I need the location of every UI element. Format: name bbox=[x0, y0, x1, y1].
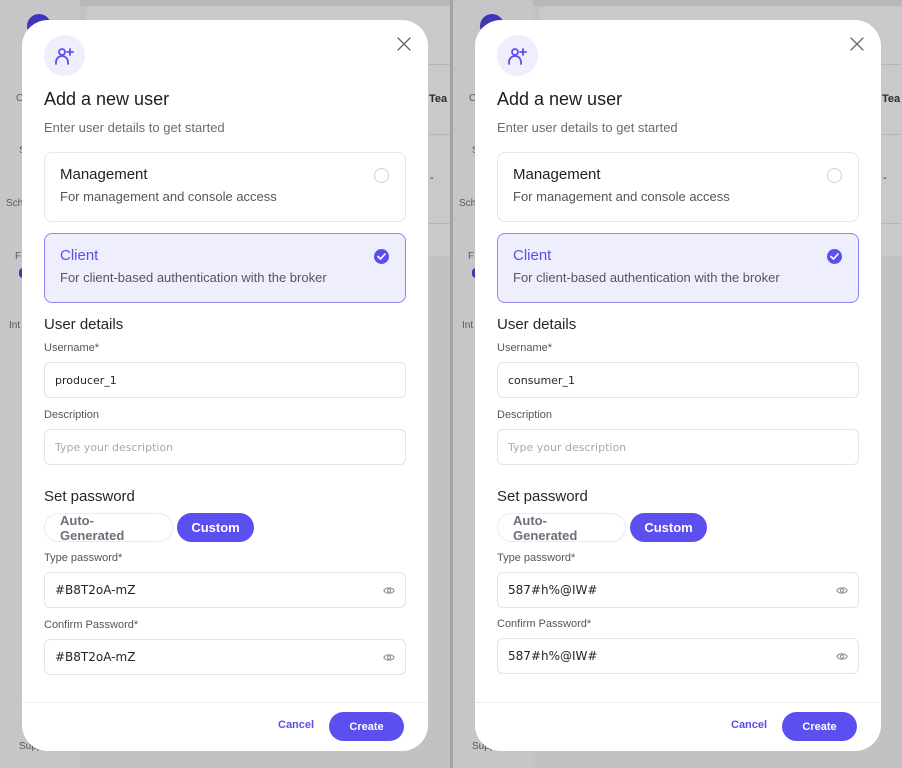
add-user-dialog: Add a new user Enter user details to get… bbox=[475, 20, 881, 751]
add-user-dialog: Add a new user Enter user details to get… bbox=[22, 20, 428, 751]
eye-icon[interactable] bbox=[383, 653, 395, 662]
background-row-divider bbox=[881, 134, 902, 135]
role-option-client[interactable]: Client For client-based authentication w… bbox=[44, 233, 406, 303]
user-details-heading: User details bbox=[497, 316, 577, 333]
user-plus-icon bbox=[44, 35, 85, 76]
username-label: Username* bbox=[497, 342, 553, 354]
description-input[interactable]: Type your description bbox=[497, 429, 859, 465]
description-input[interactable]: Type your description bbox=[44, 429, 406, 465]
background-row-divider bbox=[881, 223, 902, 224]
type-password-input[interactable]: 587#h%@IW# bbox=[497, 572, 859, 608]
role-title: Client bbox=[60, 247, 99, 264]
footer-divider bbox=[22, 702, 428, 703]
background-row-divider bbox=[428, 134, 450, 135]
dialog-subtitle: Enter user details to get started bbox=[44, 120, 225, 135]
radio-checked-icon[interactable] bbox=[374, 249, 389, 264]
eye-icon[interactable] bbox=[383, 586, 395, 595]
close-icon[interactable] bbox=[397, 37, 411, 51]
username-value: consumer_1 bbox=[508, 373, 575, 387]
footer-divider bbox=[475, 702, 881, 703]
password-mode-toggle: Auto-Generated Custom bbox=[497, 513, 707, 543]
dialog-subtitle: Enter user details to get started bbox=[497, 120, 678, 135]
role-option-management[interactable]: Management For management and console ac… bbox=[44, 152, 406, 222]
radio-checked-icon[interactable] bbox=[827, 249, 842, 264]
background-table-cell: - bbox=[883, 172, 887, 184]
cancel-button[interactable]: Cancel bbox=[731, 719, 767, 731]
username-label: Username* bbox=[44, 342, 100, 354]
role-option-client[interactable]: Client For client-based authentication w… bbox=[497, 233, 859, 303]
panel-consumer: C S Sch F Int Supp Tea - Add a new user … bbox=[453, 0, 902, 768]
background-row-divider bbox=[428, 223, 450, 224]
confirm-password-label: Confirm Password* bbox=[44, 619, 139, 631]
type-password-value: #B8T2oA-mZ bbox=[55, 583, 136, 597]
username-input[interactable]: consumer_1 bbox=[497, 362, 859, 398]
type-password-input[interactable]: #B8T2oA-mZ bbox=[44, 572, 406, 608]
close-icon[interactable] bbox=[850, 37, 864, 51]
dialog-title: Add a new user bbox=[44, 89, 170, 109]
role-description: For management and console access bbox=[60, 189, 277, 204]
username-value: producer_1 bbox=[55, 373, 117, 387]
background-row-divider bbox=[881, 64, 902, 65]
password-mode-toggle: Auto-Generated Custom bbox=[44, 513, 254, 543]
type-password-label: Type password* bbox=[44, 552, 123, 564]
background-sidebar-label: F bbox=[15, 251, 22, 262]
eye-icon[interactable] bbox=[836, 586, 848, 595]
type-password-value: 587#h%@IW# bbox=[508, 583, 598, 597]
radio-unchecked-icon[interactable] bbox=[827, 168, 842, 183]
user-details-heading: User details bbox=[44, 316, 124, 333]
panel-producer: C S Sch F Int Supp Tea - Add a new user … bbox=[0, 0, 450, 768]
background-table-header: Tea bbox=[429, 93, 448, 105]
radio-unchecked-icon[interactable] bbox=[374, 168, 389, 183]
description-label: Description bbox=[497, 409, 553, 421]
cancel-button[interactable]: Cancel bbox=[278, 719, 314, 731]
role-title: Management bbox=[513, 166, 601, 183]
set-password-heading: Set password bbox=[44, 488, 135, 505]
confirm-password-input[interactable]: #B8T2oA-mZ bbox=[44, 639, 406, 675]
background-sidebar-label: Sch bbox=[459, 198, 477, 209]
background-table-cell: - bbox=[430, 172, 434, 184]
type-password-label: Type password* bbox=[497, 552, 576, 564]
auto-generated-button[interactable]: Auto-Generated bbox=[497, 513, 626, 543]
background-sidebar-label: Int bbox=[462, 320, 474, 331]
confirm-password-value: 587#h%@IW# bbox=[508, 649, 598, 663]
role-description: For client-based authentication with the… bbox=[60, 270, 327, 285]
username-input[interactable]: producer_1 bbox=[44, 362, 406, 398]
set-password-heading: Set password bbox=[497, 488, 588, 505]
background-table-header: Tea bbox=[882, 93, 901, 105]
user-plus-icon bbox=[497, 35, 538, 76]
custom-button[interactable]: Custom bbox=[630, 513, 707, 542]
role-option-management[interactable]: Management For management and console ac… bbox=[497, 152, 859, 222]
confirm-password-label: Confirm Password* bbox=[497, 618, 592, 630]
create-button[interactable]: Create bbox=[329, 712, 404, 741]
custom-button[interactable]: Custom bbox=[177, 513, 254, 542]
eye-icon[interactable] bbox=[836, 652, 848, 661]
auto-generated-button[interactable]: Auto-Generated bbox=[44, 513, 173, 543]
role-description: For management and console access bbox=[513, 189, 730, 204]
background-sidebar-label: Int bbox=[9, 320, 21, 331]
description-label: Description bbox=[44, 409, 100, 421]
description-placeholder: Type your description bbox=[55, 440, 174, 454]
background-sidebar-label: Sch bbox=[6, 198, 24, 209]
description-placeholder: Type your description bbox=[508, 440, 627, 454]
confirm-password-input[interactable]: 587#h%@IW# bbox=[497, 638, 859, 674]
dialog-title: Add a new user bbox=[497, 89, 623, 109]
role-title: Management bbox=[60, 166, 148, 183]
create-button[interactable]: Create bbox=[782, 712, 857, 741]
background-sidebar-label: F bbox=[468, 251, 475, 262]
background-row-divider bbox=[428, 64, 450, 65]
role-title: Client bbox=[513, 247, 552, 264]
role-description: For client-based authentication with the… bbox=[513, 270, 780, 285]
confirm-password-value: #B8T2oA-mZ bbox=[55, 650, 136, 664]
